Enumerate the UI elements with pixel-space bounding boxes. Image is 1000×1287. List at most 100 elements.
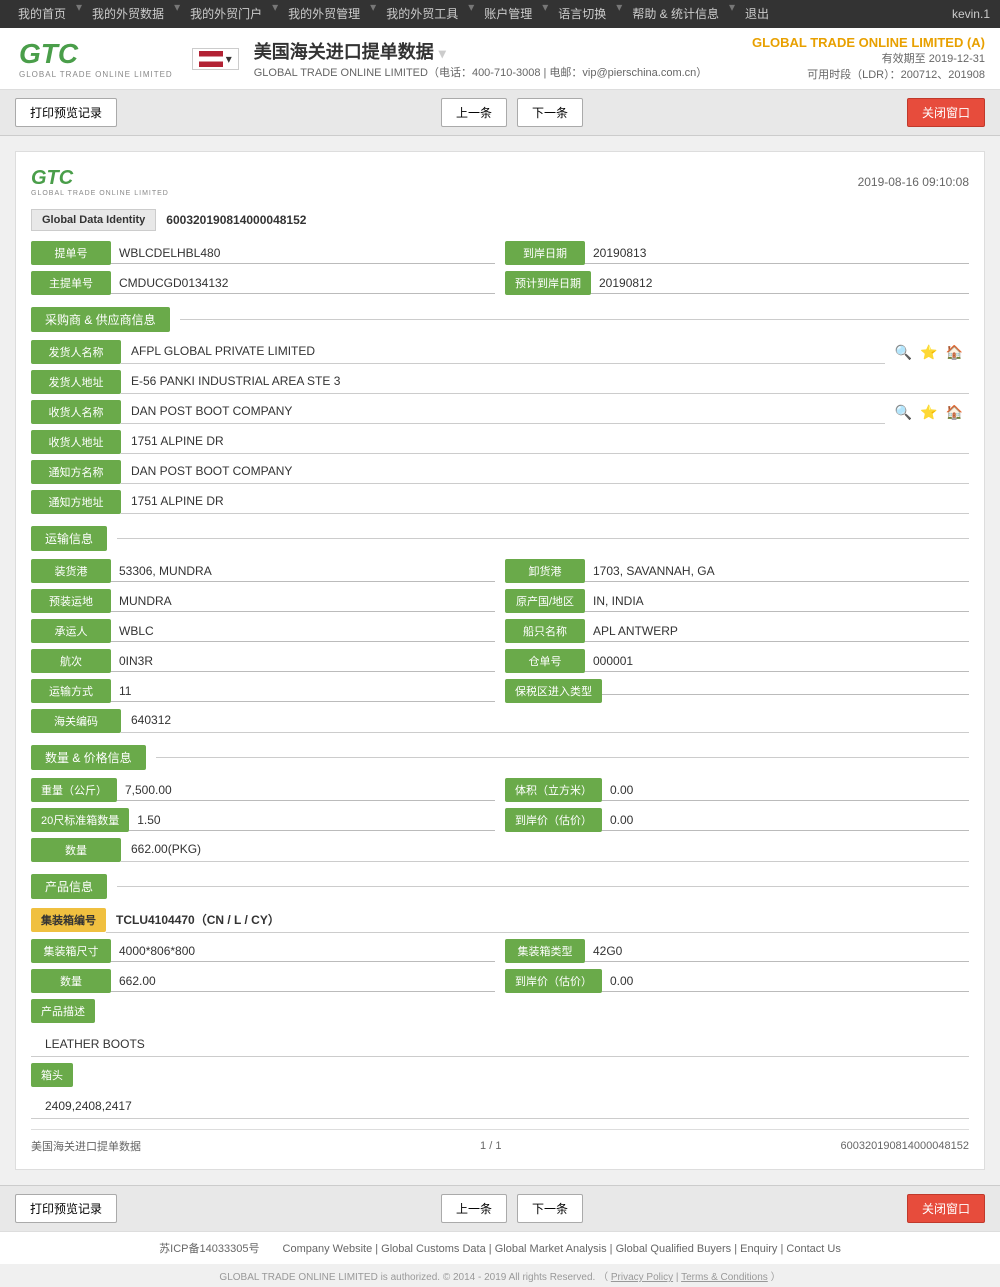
- supplier-section-header: 采购商 & 供应商信息: [31, 307, 969, 332]
- ldr-info: 可用时段（LDR）：200712、201908: [752, 66, 985, 82]
- nav-account[interactable]: 账户管理: [476, 0, 540, 28]
- bottom-prev-button[interactable]: 上一条: [441, 1194, 507, 1223]
- yu-zhuang-yun-di-value: MUNDRA: [111, 591, 495, 612]
- print-button[interactable]: 打印预览记录: [15, 98, 117, 127]
- product-section-header: 产品信息: [31, 874, 969, 899]
- tong-zhi-fang-addr-row: 通知方地址 1751 ALPINE DR: [31, 490, 969, 514]
- container-no-row: 集装箱编号 TCLU4104470（CN / L / CY）: [31, 907, 969, 933]
- nav-help[interactable]: 帮助 & 统计信息: [624, 0, 727, 28]
- card-footer-source: 美国海关进口提单数据: [31, 1138, 141, 1154]
- star-icon-2[interactable]: ⭐: [920, 404, 937, 421]
- container-count-field: 20尺标准箱数量 1.50: [31, 808, 495, 832]
- footer-terms[interactable]: Terms & Conditions: [681, 1272, 768, 1283]
- product-price-value: 0.00: [602, 971, 969, 992]
- nav-logout[interactable]: 退出: [737, 0, 777, 28]
- zhuang-huo-gang-field: 装货港 53306, MUNDRA: [31, 559, 495, 583]
- card-header: GTC GLOBAL TRADE ONLINE LIMITED 2019-08-…: [31, 167, 969, 197]
- identity-label: Global Data Identity: [31, 209, 156, 231]
- footer-privacy[interactable]: Privacy Policy: [611, 1272, 673, 1283]
- card-footer-page: 1 / 1: [480, 1140, 501, 1152]
- home-icon-2[interactable]: 🏠: [946, 404, 963, 421]
- star-icon-1[interactable]: ⭐: [920, 344, 937, 361]
- shou-huo-ren-name-value: DAN POST BOOT COMPANY: [121, 400, 885, 424]
- shu-liang-row: 数量 662.00(PKG): [31, 838, 969, 862]
- nav-tools[interactable]: 我的外贸工具: [378, 0, 466, 28]
- footer-link-customs[interactable]: Global Customs Data: [381, 1243, 486, 1255]
- bottom-print-button[interactable]: 打印预览记录: [15, 1194, 117, 1223]
- home-icon-1[interactable]: 🏠: [946, 344, 963, 361]
- chuan-zhi-label: 船只名称: [505, 619, 585, 643]
- marks-label: 箱头: [31, 1063, 73, 1087]
- company-name: GLOBAL TRADE ONLINE LIMITED (A): [752, 35, 985, 50]
- dao-qi-label: 到岸日期: [505, 241, 585, 265]
- prev-button[interactable]: 上一条: [441, 98, 507, 127]
- nav-portal[interactable]: 我的外贸门户: [182, 0, 270, 28]
- close-button[interactable]: 关闭窗口: [907, 98, 985, 127]
- footer-link-company[interactable]: Company Website: [283, 1243, 373, 1255]
- identity-value: 600320190814000048152: [166, 213, 306, 227]
- card-footer: 美国海关进口提单数据 1 / 1 600320190814000048152: [31, 1129, 969, 1154]
- transport-row-3: 承运人 WBLC 船只名称 APL ANTWERP: [31, 619, 969, 643]
- weight-field: 重量（公斤） 7,500.00: [31, 778, 495, 802]
- footer-link-enquiry[interactable]: Enquiry: [740, 1243, 777, 1255]
- footer-sep-privacy: （: [598, 1272, 611, 1283]
- shou-huo-ren-addr-row: 收货人地址 1751 ALPINE DR: [31, 430, 969, 454]
- nav-home[interactable]: 我的首页: [10, 0, 74, 28]
- container-type-value: 42G0: [585, 941, 969, 962]
- bao-shui-qu-field: 保税区进入类型: [505, 679, 969, 703]
- container-size-row: 集装箱尺寸 4000*806*800 集装箱类型 42G0: [31, 939, 969, 963]
- top-toolbar: 打印预览记录 上一条 下一条 关闭窗口: [0, 90, 1000, 136]
- product-desc-value: LEATHER BOOTS: [31, 1033, 969, 1057]
- fa-huo-ren-addr-value: E-56 PANKI INDUSTRIAL AREA STE 3: [121, 370, 969, 394]
- search-icon-1[interactable]: 🔍: [895, 344, 912, 361]
- top-nav-user: kevin.1: [952, 7, 990, 21]
- container-type-field: 集装箱类型 42G0: [505, 939, 969, 963]
- supplier-section-line: [180, 319, 969, 320]
- ti-dan-value: WBLCDELHBL480: [111, 243, 495, 264]
- bottom-next-button[interactable]: 下一条: [517, 1194, 583, 1223]
- transport-row-5: 运输方式 11 保税区进入类型: [31, 679, 969, 703]
- ti-dan-row: 提单号 WBLCDELHBL480 到岸日期 20190813: [31, 241, 969, 265]
- tong-zhi-fang-name-label: 通知方名称: [31, 460, 121, 484]
- nav-management[interactable]: 我的外贸管理: [280, 0, 368, 28]
- card-date: 2019-08-16 09:10:08: [858, 175, 969, 189]
- footer-link-buyers[interactable]: Global Qualified Buyers: [616, 1243, 732, 1255]
- container-count-label: 20尺标准箱数量: [31, 808, 129, 832]
- nav-trade-data[interactable]: 我的外贸数据: [84, 0, 172, 28]
- next-button[interactable]: 下一条: [517, 98, 583, 127]
- zhuang-huo-gang-value: 53306, MUNDRA: [111, 561, 495, 582]
- footer-icp: 苏ICP备14033305号: [159, 1243, 259, 1255]
- flag-selector[interactable]: ▾: [192, 48, 239, 70]
- fa-huo-ren-name-label: 发货人名称: [31, 340, 121, 364]
- zhu-ti-dan-label: 主提单号: [31, 271, 111, 295]
- hai-guan-bian-ma-value: 640312: [121, 709, 969, 733]
- yu-zhuang-yun-di-label: 预装运地: [31, 589, 111, 613]
- product-qty-label: 数量: [31, 969, 111, 993]
- footer-link-contact[interactable]: Contact Us: [786, 1243, 840, 1255]
- container-type-label: 集装箱类型: [505, 939, 585, 963]
- header-right: GLOBAL TRADE ONLINE LIMITED (A) 有效期至 201…: [752, 35, 985, 82]
- footer-copyright: GLOBAL TRADE ONLINE LIMITED is authorize…: [0, 1264, 1000, 1287]
- card-logo-sub: GLOBAL TRADE ONLINE LIMITED: [31, 190, 169, 197]
- page-title: 美国海关进口提单数据 ▾: [254, 38, 708, 64]
- hang-ci-label: 航次: [31, 649, 111, 673]
- footer-link-market[interactable]: Global Market Analysis: [495, 1243, 607, 1255]
- search-icon-2[interactable]: 🔍: [895, 404, 912, 421]
- product-qty-price-row: 数量 662.00 到岸价（估价） 0.00: [31, 969, 969, 993]
- product-desc-label: 产品描述: [31, 999, 95, 1023]
- transport-row-1: 装货港 53306, MUNDRA 卸货港 1703, SAVANNAH, GA: [31, 559, 969, 583]
- cheng-yun-ren-value: WBLC: [111, 621, 495, 642]
- bottom-close-button[interactable]: 关闭窗口: [907, 1194, 985, 1223]
- logo-sub: GLOBAL TRADE ONLINE LIMITED: [19, 70, 173, 79]
- fa-huo-ren-name-value: AFPL GLOBAL PRIVATE LIMITED: [121, 340, 885, 364]
- dao-qi-field: 到岸日期 20190813: [505, 241, 969, 265]
- product-price-field: 到岸价（估价） 0.00: [505, 969, 969, 993]
- fa-huo-ren-addr-label: 发货人地址: [31, 370, 121, 394]
- zhu-ti-dan-field: 主提单号 CMDUCGD0134132: [31, 271, 495, 295]
- tong-zhi-fang-name-value: DAN POST BOOT COMPANY: [121, 460, 969, 484]
- quantity-section-label: 数量 & 价格信息: [31, 745, 146, 770]
- product-section-line: [117, 886, 969, 887]
- quantity-section-line: [156, 757, 969, 758]
- nav-language[interactable]: 语言切换: [550, 0, 614, 28]
- fa-huo-ren-name-value-area: AFPL GLOBAL PRIVATE LIMITED 🔍 ⭐ 🏠: [121, 340, 969, 364]
